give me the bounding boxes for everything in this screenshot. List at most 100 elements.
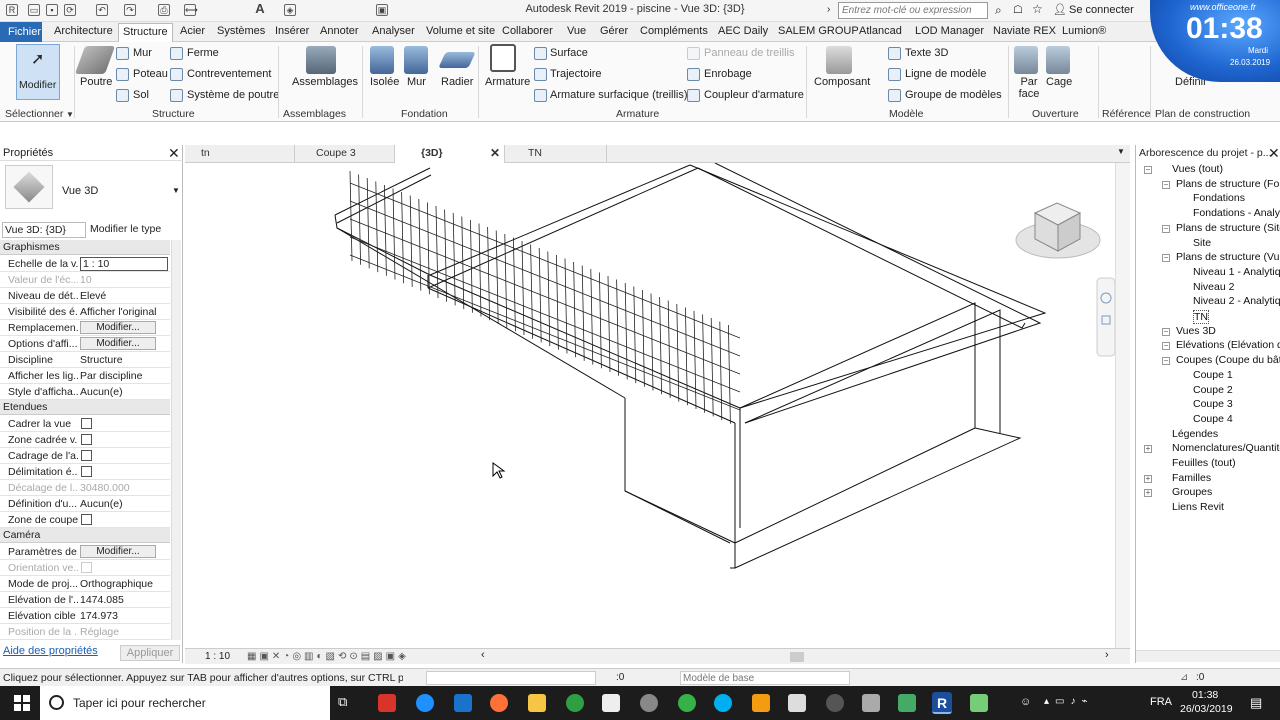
property-row[interactable]: Définition d'u... Aucun(e) — [0, 496, 170, 512]
property-row[interactable]: Options d'affi... Modifier... — [0, 336, 170, 352]
browser-tree-item[interactable]: Plans de structure (Vue — [1176, 251, 1280, 263]
mur-fondation-button[interactable]: Mur — [407, 76, 426, 88]
property-checkbox[interactable] — [81, 514, 92, 525]
canvas-vertical-scrollbar[interactable] — [1115, 163, 1130, 648]
browser-tree-item[interactable]: Niveau 2 - Analytiq — [1193, 295, 1280, 307]
cage-button[interactable]: Cage — [1046, 76, 1072, 88]
tab-volume-site[interactable]: Volume et site — [426, 25, 495, 37]
revit-logo-icon[interactable]: R — [6, 4, 18, 16]
property-row[interactable]: Remplacemen... Modifier... — [0, 320, 170, 336]
app-tree-icon[interactable] — [970, 694, 988, 712]
ferme-button[interactable]: Ferme — [187, 47, 219, 59]
acrobat-icon[interactable] — [378, 694, 396, 712]
skype-icon[interactable] — [416, 694, 434, 712]
file-explorer-icon[interactable] — [528, 694, 546, 712]
calculator-icon[interactable] — [788, 694, 806, 712]
browser-tree-item[interactable]: Coupe 3 — [1193, 398, 1233, 410]
apply-button[interactable]: Appliquer — [120, 645, 180, 661]
groupe-modeles-button[interactable]: Groupe de modèles — [905, 89, 1002, 101]
tab-atlancad[interactable]: Atlancad — [859, 25, 902, 37]
property-value[interactable]: 1 : 10 — [80, 257, 168, 271]
tree-expand-toggle[interactable]: + — [1144, 474, 1152, 483]
scroll-left-icon[interactable]: ‹ — [481, 649, 485, 661]
skype2-icon[interactable] — [714, 694, 732, 712]
tab-architecture[interactable]: Architecture — [54, 25, 113, 37]
type-dropdown-chevron-icon[interactable]: ▼ — [172, 186, 180, 195]
search-icon[interactable]: ⌕ — [995, 3, 1002, 18]
switch-windows-icon[interactable]: ▣ — [376, 4, 388, 16]
tree-expand-toggle[interactable]: + — [1144, 445, 1152, 454]
section-etendues[interactable]: Etendues — [0, 400, 170, 415]
people-icon[interactable]: ☺ — [1020, 696, 1031, 708]
browser-tree-item[interactable]: Site — [1193, 237, 1211, 249]
browser-tree-item[interactable]: Niveau 1 - Analytiq — [1193, 266, 1280, 278]
store-icon[interactable] — [602, 694, 620, 712]
browser-tree-item[interactable]: Coupes (Coupe du bâti — [1176, 354, 1280, 366]
browser-tree-item[interactable]: Vues 3D — [1176, 325, 1216, 337]
browser-horizontal-scrollbar[interactable] — [1136, 650, 1280, 662]
app-pen-icon[interactable] — [862, 694, 880, 712]
tab-acier[interactable]: Acier — [180, 25, 205, 37]
design-option-select[interactable]: Modèle de base — [680, 671, 850, 685]
browser-tree-item[interactable]: Coupe 1 — [1193, 369, 1233, 381]
panneau-treillis-button[interactable]: Panneau de treillis — [704, 47, 795, 59]
browser-tree-item[interactable]: Groupes — [1172, 486, 1212, 498]
tab-inserer[interactable]: Insérer — [275, 25, 309, 37]
view-control-icons[interactable]: ▦▣✕◔◎▥◐▧⟲⊙▤▨▣◈ — [247, 651, 409, 662]
language-indicator[interactable]: FRA — [1150, 696, 1172, 708]
close-icon[interactable]: ✕ — [168, 145, 180, 162]
tab-annoter[interactable]: Annoter — [320, 25, 359, 37]
tab-naviate-rex[interactable]: Naviate REX — [993, 25, 1056, 37]
tab-lumion[interactable]: Lumion® — [1062, 25, 1106, 37]
par-face-button[interactable]: Par face — [1018, 76, 1040, 100]
app-sphere-icon[interactable] — [640, 694, 658, 712]
browser-tree-item[interactable]: Vues (tout) — [1172, 163, 1223, 175]
property-row[interactable]: Echelle de la v... 1 : 10 — [0, 256, 170, 272]
edge-icon[interactable] — [454, 694, 472, 712]
poteau-button[interactable]: Poteau — [133, 68, 168, 80]
instance-select[interactable]: Vue 3D: {3D} — [2, 222, 86, 238]
property-row[interactable]: Elévation de l'... 1474.085 — [0, 592, 170, 608]
property-row[interactable]: Style d'afficha... Aucun(e) — [0, 384, 170, 400]
selectionner-dropdown[interactable]: Sélectionner — [5, 108, 63, 120]
property-row[interactable]: Délimitation é... — [0, 464, 170, 480]
user-icon[interactable]: 👤︎ — [1053, 3, 1067, 16]
taskbar-date[interactable]: 26/03/2019 — [1180, 703, 1233, 715]
tab-view-tn[interactable]: tn — [195, 145, 295, 163]
tab-complements[interactable]: Compléments — [640, 25, 708, 37]
assemblages-button[interactable]: Assemblages — [292, 76, 358, 88]
tree-expand-toggle[interactable]: − — [1162, 342, 1170, 351]
open-icon[interactable]: ▭ — [28, 4, 40, 16]
tab-systemes[interactable]: Systèmes — [217, 25, 265, 37]
poutre-button[interactable]: Poutre — [80, 76, 112, 88]
tab-lod-manager[interactable]: LOD Manager — [915, 25, 984, 37]
browser-tree-item[interactable]: Coupe 2 — [1193, 384, 1233, 396]
property-row[interactable]: Zone de coupe — [0, 512, 170, 528]
property-modifier-button[interactable]: Modifier... — [80, 337, 156, 350]
property-row[interactable]: Elévation cible 174.973 — [0, 608, 170, 624]
3d-view-icon[interactable]: ◈ — [284, 4, 296, 16]
tree-expand-toggle[interactable]: − — [1144, 166, 1152, 174]
browser-tree-item[interactable]: Familles — [1172, 472, 1211, 484]
mur-button[interactable]: Mur — [133, 47, 152, 59]
property-checkbox[interactable] — [81, 450, 92, 461]
systeme-poutre-button[interactable]: Système de poutre — [187, 89, 279, 101]
property-row[interactable]: Position de la ... Réglage — [0, 624, 170, 640]
upwork-icon[interactable] — [678, 694, 696, 712]
app-shape-icon[interactable] — [898, 694, 916, 712]
horizontal-scroll-thumb[interactable] — [790, 652, 804, 662]
section-camera[interactable]: Caméra — [0, 528, 170, 543]
tab-analyser[interactable]: Analyser — [372, 25, 415, 37]
text-icon[interactable]: A — [254, 2, 266, 16]
property-row[interactable]: Niveau de dét... Elevé — [0, 288, 170, 304]
property-checkbox[interactable] — [81, 466, 92, 477]
browser-tree-item[interactable]: Plans de structure (Site) — [1176, 222, 1280, 234]
close-icon[interactable]: ✕ — [490, 146, 500, 160]
app-q-icon[interactable] — [566, 694, 584, 712]
tab-collaborer[interactable]: Collaborer — [502, 25, 553, 37]
tab-view-TN[interactable]: TN — [507, 145, 607, 163]
workset-select[interactable] — [426, 671, 596, 685]
property-row[interactable]: Décalage de l... 30480.000 — [0, 480, 170, 496]
browser-tree-item[interactable]: Légendes — [1172, 428, 1218, 440]
tab-view-coupe3[interactable]: Coupe 3 — [295, 145, 395, 163]
